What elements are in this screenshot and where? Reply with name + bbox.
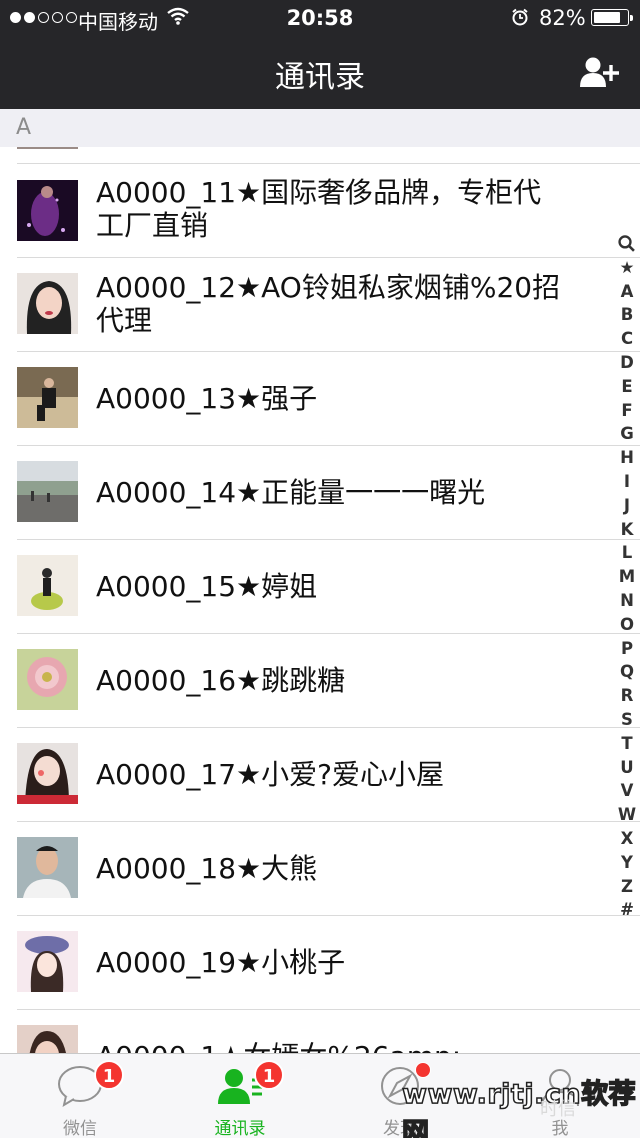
index-letter[interactable]: M: [615, 565, 639, 589]
index-letter[interactable]: K: [615, 518, 639, 542]
contact-row[interactable]: A0000_11★国际奢侈品牌，专柜代 工厂直销: [0, 164, 640, 258]
index-letter[interactable]: U: [615, 756, 639, 780]
search-icon[interactable]: [615, 232, 639, 256]
unread-badge: 1: [94, 1060, 124, 1090]
battery-icon: [591, 9, 633, 26]
index-letter[interactable]: H: [615, 446, 639, 470]
index-letter[interactable]: W: [615, 803, 639, 827]
contact-row[interactable]: A0000_14★正能量一一一曙光: [0, 446, 640, 540]
contact-avatar: [17, 180, 78, 241]
index-letter[interactable]: S: [615, 708, 639, 732]
index-letter[interactable]: C: [615, 327, 639, 351]
top-bar: 中国移动 20:58 82% 通讯录: [0, 0, 640, 109]
contact-name: A0000_13★强子: [96, 382, 318, 415]
unread-badge: 1: [254, 1060, 284, 1090]
index-letter[interactable]: L: [615, 541, 639, 565]
index-letter[interactable]: Y: [615, 851, 639, 875]
tab-label: 微信: [63, 1119, 97, 1138]
contact-name: A0000_16★跳跳糖: [96, 664, 346, 697]
watermark-secondary: 时信: [540, 1099, 576, 1120]
contact-row[interactable]: A0000_15★婷姐: [0, 540, 640, 634]
contact-avatar: [17, 1025, 78, 1053]
contact-avatar: [17, 649, 78, 710]
index-letter[interactable]: I: [615, 470, 639, 494]
index-letter[interactable]: J: [615, 494, 639, 518]
index-letter[interactable]: F: [615, 399, 639, 423]
section-header: A: [0, 109, 640, 147]
contact-row[interactable]: A0000_17★小爱?爱心小屋: [0, 728, 640, 822]
index-letter[interactable]: P: [615, 637, 639, 661]
index-letter[interactable]: T: [615, 732, 639, 756]
contact-avatar: [17, 837, 78, 898]
contact-name: A0000_14★正能量一一一曙光: [96, 476, 486, 509]
battery-percent: 82%: [539, 6, 586, 30]
contact-row[interactable]: A0000_18★大熊: [0, 822, 640, 916]
contact-name: A0000_15★婷姐: [96, 570, 318, 603]
contact-avatar: [17, 273, 78, 334]
index-letter[interactable]: R: [615, 684, 639, 708]
index-letter[interactable]: B: [615, 303, 639, 327]
tab-chats[interactable]: 1 微信: [0, 1054, 160, 1138]
index-letter[interactable]: A: [615, 280, 639, 304]
index-letter[interactable]: N: [615, 589, 639, 613]
status-bar: 中国移动 20:58 82%: [0, 0, 640, 36]
index-letter[interactable]: D: [615, 351, 639, 375]
contact-avatar: [17, 461, 78, 522]
index-letter[interactable]: #: [615, 898, 639, 922]
contact-avatar: [17, 743, 78, 804]
index-letter[interactable]: V: [615, 779, 639, 803]
contact-name: A0000_18★大熊: [96, 852, 318, 885]
contact-name: A0000_1★女嫣女%26amp;: [96, 1040, 576, 1053]
tab-label: 通讯录: [214, 1119, 266, 1138]
previous-avatar-edge: [17, 147, 78, 149]
contact-avatar: [17, 555, 78, 616]
contact-row[interactable]: A0000_1★女嫣女%26amp;: [0, 1010, 640, 1053]
index-letter[interactable]: E: [615, 375, 639, 399]
page-title: 通讯录: [275, 60, 365, 95]
index-letter[interactable]: G: [615, 422, 639, 446]
index-letter[interactable]: Q: [615, 660, 639, 684]
contact-row[interactable]: A0000_19★小桃子: [0, 916, 640, 1010]
index-letter[interactable]: ★: [615, 256, 639, 280]
contact-avatar: [17, 931, 78, 992]
contact-row[interactable]: A0000_13★强子: [0, 352, 640, 446]
alarm-icon: [512, 8, 528, 26]
alphabet-index[interactable]: ★ A B C D E F G H I J K L M N O P Q R S T U V W X Y Z #: [615, 232, 639, 922]
contact-avatar: [17, 367, 78, 428]
index-letter[interactable]: X: [615, 827, 639, 851]
index-letter[interactable]: Z: [615, 875, 639, 899]
contact-list[interactable]: A0000_11★国际奢侈品牌，专柜代 工厂直销 A0000_12★AO铃姐私家…: [0, 147, 640, 1053]
watermark: www.rjtj.cn软荐网: [401, 1078, 637, 1138]
index-letter[interactable]: O: [615, 613, 639, 637]
contact-name-line2: 工厂直销: [96, 209, 209, 242]
contact-row[interactable]: A0000_12★AO铃姐私家烟铺%20招 代理: [0, 258, 640, 352]
tab-contacts[interactable]: 1 通讯录: [160, 1054, 320, 1138]
contact-name-line2: 代理: [96, 304, 153, 337]
contact-name: A0000_12★AO铃姐私家烟铺%20招: [96, 271, 561, 304]
contact-name: A0000_11★国际奢侈品牌，专柜代: [96, 176, 542, 209]
contact-row[interactable]: A0000_16★跳跳糖: [0, 634, 640, 728]
add-contact-icon[interactable]: [579, 56, 619, 88]
contact-name: A0000_17★小爱?爱心小屋: [96, 758, 445, 791]
contact-name: A0000_19★小桃子: [96, 946, 346, 979]
